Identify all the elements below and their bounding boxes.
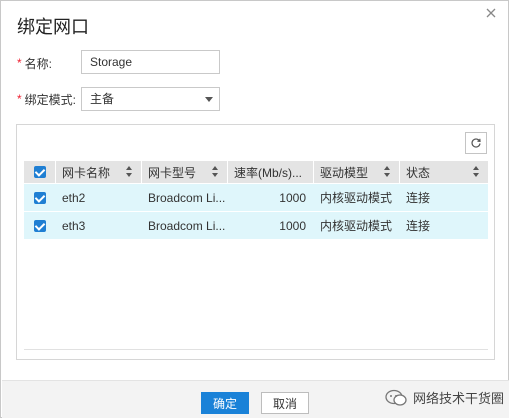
required-mark: *: [17, 92, 22, 106]
confirm-button[interactable]: 确定: [201, 392, 249, 414]
cell-nic-name: eth3: [62, 218, 86, 233]
column-header-nic-name[interactable]: 网卡名称: [56, 161, 142, 183]
cell-nic-model: Broadcom Li...: [148, 190, 226, 205]
cell-status: 连接: [406, 219, 431, 233]
mode-row: * 绑定模式:: [17, 88, 76, 110]
bind-mode-select[interactable]: 主备: [81, 87, 220, 111]
cell-nic-model: Broadcom Li...: [148, 218, 226, 233]
sort-icon[interactable]: [126, 166, 133, 178]
column-header-nic-model[interactable]: 网卡型号: [142, 161, 228, 183]
column-header-driver-model[interactable]: 驱动模型: [314, 161, 400, 183]
watermark-text: 网络技术干货圈: [413, 391, 505, 406]
cell-speed: 1000: [279, 218, 306, 233]
refresh-icon[interactable]: [465, 132, 487, 154]
watermark: 网络技术干货圈: [385, 388, 504, 407]
table-row[interactable]: eth2 Broadcom Li... 1000 内核驱动模式 连接: [24, 184, 488, 211]
bind-mode-label: 绑定模式:: [24, 92, 77, 107]
chevron-down-icon: [205, 97, 213, 102]
name-input[interactable]: Storage: [81, 50, 220, 74]
bind-mode-value: 主备: [90, 92, 115, 106]
wechat-logo-icon: [385, 389, 407, 406]
column-header-speed[interactable]: 速率(Mb/s)...: [228, 161, 314, 183]
nic-table: 网卡名称 网卡型号 速率(Mb/s)... 驱动模型 状态 eth2 Broad…: [24, 161, 488, 239]
checkbox-checked-icon[interactable]: [33, 166, 46, 178]
cell-driver-model: 内核驱动模式: [320, 219, 393, 233]
nic-table-panel: 网卡名称 网卡型号 速率(Mb/s)... 驱动模型 状态 eth2 Broad…: [16, 124, 495, 360]
required-mark: *: [17, 56, 22, 70]
cell-driver-model: 内核驱动模式: [320, 191, 393, 205]
cell-nic-name: eth2: [62, 190, 86, 205]
sort-icon[interactable]: [212, 166, 219, 178]
column-header-status[interactable]: 状态: [400, 161, 488, 183]
checkbox-checked-icon[interactable]: [34, 191, 46, 204]
table-row[interactable]: eth3 Broadcom Li... 1000 内核驱动模式 连接: [24, 212, 488, 239]
cell-status: 连接: [406, 191, 431, 205]
bind-nic-dialog: 绑定网口 * 名称: Storage * 绑定模式: 主备 网卡名称 网卡型号 …: [0, 0, 509, 418]
dialog-title: 绑定网口: [17, 17, 89, 37]
name-row: * 名称:: [17, 52, 52, 74]
row-checkbox[interactable]: [24, 184, 56, 211]
table-scrollbar-track: [24, 349, 488, 350]
cell-speed: 1000: [279, 190, 306, 205]
header-select-all[interactable]: [24, 161, 56, 183]
sort-icon[interactable]: [473, 166, 480, 178]
name-label: 名称:: [24, 56, 53, 71]
sort-icon[interactable]: [384, 166, 391, 178]
cancel-button[interactable]: 取消: [261, 392, 309, 414]
checkbox-checked-icon[interactable]: [34, 219, 46, 232]
row-checkbox[interactable]: [24, 212, 56, 239]
close-icon[interactable]: [484, 6, 498, 20]
table-header: 网卡名称 网卡型号 速率(Mb/s)... 驱动模型 状态: [24, 161, 488, 183]
